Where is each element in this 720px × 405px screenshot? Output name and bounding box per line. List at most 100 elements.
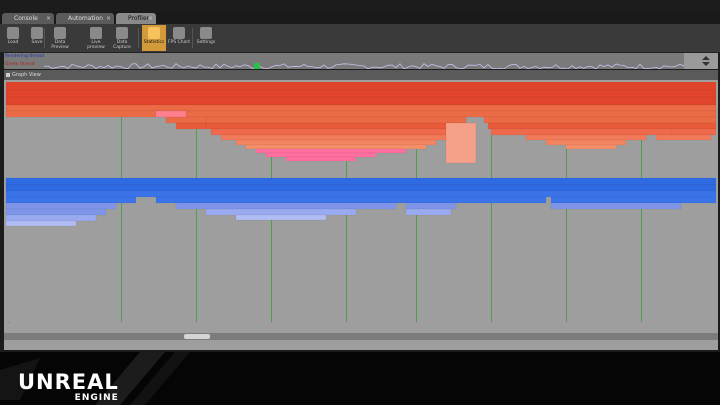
scrollbar-thumb[interactable] [184, 334, 210, 339]
flame-bar[interactable] [487, 122, 716, 130]
flame-bar[interactable] [205, 116, 467, 124]
save-icon [31, 27, 43, 39]
thread-bar[interactable] [235, 214, 327, 221]
flame-bar[interactable] [565, 144, 617, 150]
flame-bar[interactable] [6, 104, 716, 112]
flame-bar[interactable] [6, 82, 716, 91]
panel-grip-icon [6, 73, 10, 77]
live-preview-icon [90, 27, 102, 39]
data-capture-icon [116, 27, 128, 39]
close-icon[interactable]: × [106, 13, 111, 24]
thread-bar[interactable] [6, 177, 716, 186]
tab-automation[interactable]: Automation × [56, 13, 114, 24]
tab-console[interactable]: Console × [2, 13, 54, 24]
flame-bar[interactable] [545, 139, 627, 146]
data-preview-icon [54, 27, 66, 39]
flame-bar[interactable] [220, 134, 447, 141]
thread-bar[interactable] [205, 208, 357, 216]
toolbar-separator [44, 28, 45, 48]
thread-bar[interactable] [6, 220, 77, 227]
flame-bar[interactable] [445, 122, 477, 164]
save-button-label: Save [31, 40, 43, 45]
flame-bar[interactable] [285, 156, 357, 162]
flame-bar[interactable] [670, 128, 716, 136]
timeline-row-rendering: Rendering thread [4, 53, 685, 70]
flame-bar[interactable] [155, 110, 187, 118]
graph-view-panel: Graph View · [4, 70, 718, 350]
timeline-graph[interactable] [43, 62, 685, 78]
flame-bar[interactable] [235, 139, 437, 146]
tab-label: Automation [68, 15, 103, 22]
flame-bar[interactable] [483, 116, 716, 124]
timeline-scrollbar[interactable] [684, 53, 718, 69]
thread-bar[interactable] [550, 202, 682, 210]
unreal-engine-logo: UNREAL ENGINE [18, 372, 119, 404]
thread-bar[interactable] [6, 190, 716, 198]
toolbar-separator [192, 28, 193, 48]
flame-bar[interactable] [245, 144, 427, 150]
data-capture-button[interactable]: Data Capture [110, 25, 134, 51]
flame-bar[interactable] [265, 152, 377, 158]
flame-bar[interactable] [655, 134, 712, 141]
settings-label: Settings [196, 40, 216, 45]
frame-timeline[interactable]: Rendering thread Game thread [4, 53, 718, 78]
timeline-row-label: Game thread [5, 62, 35, 67]
folder-icon [7, 27, 19, 39]
thread-bar[interactable] [405, 208, 452, 216]
thread-bar[interactable] [6, 196, 137, 204]
thread-bar[interactable] [6, 184, 716, 192]
data-preview-label: Data Preview [51, 40, 69, 50]
live-preview-label: Live preview [87, 40, 105, 50]
tab-profiler[interactable]: Profiler × [116, 13, 156, 24]
flame-bar[interactable] [210, 128, 457, 136]
timeline-row-game: Game thread [4, 61, 685, 78]
statistics-button[interactable]: Statistics [142, 25, 166, 51]
horizontal-scrollbar[interactable] [4, 333, 718, 340]
statistics-icon [148, 27, 160, 39]
axis-tick: · [8, 320, 10, 325]
load-button[interactable]: Load [1, 25, 25, 51]
time-axis: · [4, 320, 718, 330]
close-icon[interactable]: × [46, 13, 51, 24]
flame-bar[interactable] [255, 148, 407, 154]
flame-bar[interactable] [525, 134, 647, 141]
flame-bar[interactable] [175, 122, 207, 130]
thread-bar[interactable] [6, 202, 117, 210]
flame-bar[interactable] [6, 89, 716, 98]
fps-chart-icon [173, 27, 185, 39]
load-button-label: Load [7, 40, 19, 45]
flame-bar[interactable] [6, 110, 716, 118]
statistics-label: Statistics [143, 40, 165, 45]
timeline-graph[interactable] [43, 54, 685, 70]
data-preview-button[interactable]: Data Preview [48, 25, 72, 51]
profiler-toolbar: Load Save Data Preview Live preview Data… [0, 24, 720, 53]
toolbar-separator [138, 28, 139, 48]
data-capture-label: Data Capture [113, 40, 131, 50]
panel-title-bar: Graph View [4, 70, 718, 80]
thread-bar[interactable] [550, 196, 716, 204]
thread-bar[interactable] [405, 202, 457, 210]
panel-title: Graph View [12, 72, 41, 78]
flame-graph-canvas [6, 82, 716, 227]
tab-label: Profiler [128, 15, 150, 22]
scroll-arrows-icon [702, 56, 710, 66]
logo-line-1: UNREAL [18, 370, 119, 394]
settings-button[interactable]: Settings [194, 25, 218, 51]
flame-bar[interactable] [205, 122, 457, 130]
fps-chart-button[interactable]: FPS Chart [167, 25, 191, 51]
thread-bar[interactable] [155, 196, 547, 204]
thread-bar[interactable] [175, 202, 397, 210]
fps-chart-label: FPS Chart [168, 40, 190, 45]
flame-bar[interactable] [490, 128, 672, 136]
tab-bar: Console × Automation × Profiler × [0, 12, 720, 24]
live-preview-button[interactable]: Live preview [84, 25, 108, 51]
profiler-window: Console × Automation × Profiler × Load S… [0, 0, 720, 352]
close-icon[interactable]: × [148, 13, 153, 24]
save-button[interactable]: Save [25, 25, 49, 51]
flame-bar[interactable] [165, 116, 207, 124]
thread-bar[interactable] [6, 208, 107, 216]
flame-bar[interactable] [6, 96, 716, 106]
settings-icon [200, 27, 212, 39]
tab-label: Console [14, 15, 38, 22]
thread-bar[interactable] [6, 214, 97, 222]
